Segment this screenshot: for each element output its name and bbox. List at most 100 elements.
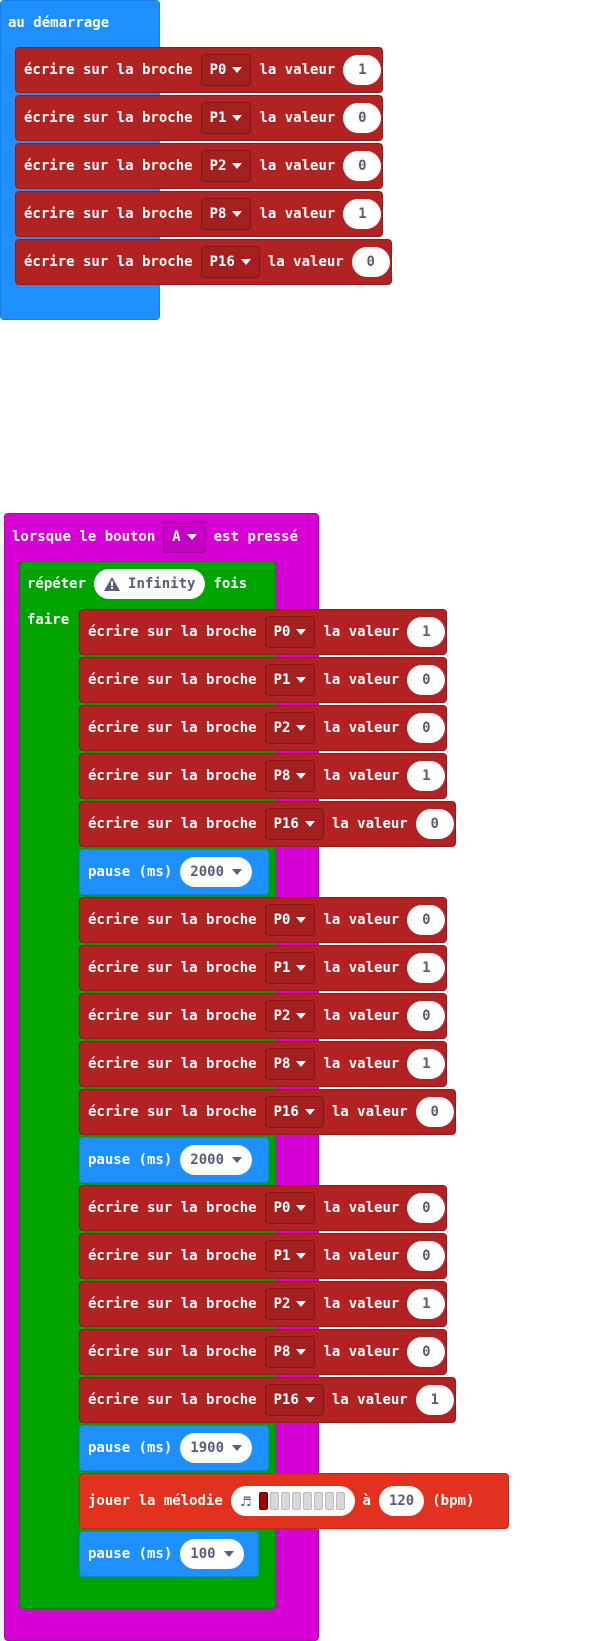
pin-value-input[interactable]: 1 xyxy=(343,199,382,229)
pause-duration-dropdown[interactable]: 2000 xyxy=(180,1145,253,1175)
pin-selector-dropdown[interactable]: P16 xyxy=(264,1384,324,1416)
warning-icon xyxy=(104,577,121,591)
pin-value-input[interactable]: 1 xyxy=(407,617,446,647)
pause-duration-value: 100 xyxy=(190,1546,216,1562)
pin-value-input[interactable]: 1 xyxy=(407,1289,446,1319)
pin-value-input[interactable]: 0 xyxy=(343,103,382,133)
pin-selector-dropdown[interactable]: P0 xyxy=(264,1192,316,1224)
value-label: la valeur xyxy=(259,62,336,78)
pin-selector-dropdown[interactable]: P0 xyxy=(200,54,252,86)
pin-selector-dropdown[interactable]: P8 xyxy=(264,760,316,792)
value-label: la valeur xyxy=(323,1056,400,1072)
pin-selector-dropdown[interactable]: P1 xyxy=(264,952,316,984)
play-melody-block[interactable]: jouer la mélodie ♬ à 120 (bpm) xyxy=(79,1473,509,1529)
pause-label: pause (ms) xyxy=(88,1440,173,1456)
digital-write-pin-block[interactable]: écrire sur la broche P0 la valeur 0 xyxy=(79,1185,447,1231)
chevron-down-icon xyxy=(223,1551,234,1557)
pin-value-input[interactable]: 0 xyxy=(415,1097,454,1127)
pause-duration-dropdown[interactable]: 2000 xyxy=(180,857,253,887)
pin-selector-dropdown[interactable]: P16 xyxy=(200,246,260,278)
value-label: la valeur xyxy=(323,1200,400,1216)
value-label: la valeur xyxy=(323,1344,400,1360)
digital-write-pin-block[interactable]: écrire sur la broche P0 la valeur 1 xyxy=(79,609,447,655)
pin-value-input[interactable]: 0 xyxy=(407,1241,446,1271)
pin-selector-value: P2 xyxy=(273,1296,291,1312)
pause-block[interactable]: pause (ms) 2000 xyxy=(79,1137,269,1183)
digital-write-pin-block[interactable]: écrire sur la broche P8 la valeur 1 xyxy=(79,753,447,799)
repeat-do-label: faire xyxy=(27,612,70,628)
pin-selector-dropdown[interactable]: P8 xyxy=(200,198,252,230)
pin-selector-value: P0 xyxy=(273,912,291,928)
pin-selector-dropdown[interactable]: P8 xyxy=(264,1048,316,1080)
digital-write-pin-block[interactable]: écrire sur la broche P16 la valeur 1 xyxy=(79,1377,456,1423)
digital-write-pin-block[interactable]: écrire sur la broche P16 la valeur 0 xyxy=(79,801,456,847)
digital-write-pin-block[interactable]: écrire sur la broche P0 la valeur 0 xyxy=(79,897,447,943)
pin-value-input[interactable]: 0 xyxy=(407,1001,446,1031)
on-button-pressed-header: lorsque le bouton A est pressé xyxy=(12,521,298,553)
pin-selector-dropdown[interactable]: P1 xyxy=(200,102,252,134)
pin-selector-dropdown[interactable]: P2 xyxy=(264,1288,316,1320)
pin-selector-dropdown[interactable]: P2 xyxy=(264,712,316,744)
pin-selector-dropdown[interactable]: P0 xyxy=(264,616,316,648)
value-label: la valeur xyxy=(259,158,336,174)
pin-value-input[interactable]: 1 xyxy=(415,1385,454,1415)
pin-value-input[interactable]: 1 xyxy=(407,953,446,983)
digital-write-pin-block[interactable]: écrire sur la broche P2 la valeur 0 xyxy=(79,705,447,751)
chevron-down-icon xyxy=(232,115,243,121)
tempo-input[interactable]: 120 xyxy=(378,1486,425,1516)
digital-write-pin-block[interactable]: écrire sur la broche P8 la valeur 1 xyxy=(79,1041,447,1087)
melody-note-grid xyxy=(258,1492,345,1510)
chevron-down-icon xyxy=(296,1349,307,1355)
digital-write-pin-block[interactable]: écrire sur la broche P1 la valeur 1 xyxy=(79,945,447,991)
pin-selector-dropdown[interactable]: P2 xyxy=(200,150,252,182)
digital-write-pin-block[interactable]: écrire sur la broche P0 la valeur 1 xyxy=(15,47,383,93)
value-label: la valeur xyxy=(259,206,336,222)
pin-value-input[interactable]: 0 xyxy=(407,1193,446,1223)
pin-selector-value: P16 xyxy=(273,1104,299,1120)
pin-value-input[interactable]: 0 xyxy=(407,905,446,935)
digital-write-pin-block[interactable]: écrire sur la broche P8 la valeur 0 xyxy=(79,1329,447,1375)
pin-selector-value: P2 xyxy=(273,1008,291,1024)
pause-duration-dropdown[interactable]: 100 xyxy=(180,1539,244,1569)
pin-selector-dropdown[interactable]: P1 xyxy=(264,1240,316,1272)
pin-selector-value: P1 xyxy=(273,1248,291,1264)
digital-write-pin-block[interactable]: écrire sur la broche P16 la valeur 0 xyxy=(15,239,392,285)
repeat-count-field[interactable]: Infinity xyxy=(94,569,206,599)
pause-block[interactable]: pause (ms) 1900 xyxy=(79,1425,269,1471)
melody-note-cell xyxy=(335,1492,345,1510)
button-selector-dropdown[interactable]: A xyxy=(163,521,206,553)
pin-value-input[interactable]: 1 xyxy=(343,55,382,85)
pin-value-input[interactable]: 1 xyxy=(407,1049,446,1079)
repeat-loop-header: répéter Infinity fois xyxy=(27,569,247,599)
pin-selector-dropdown[interactable]: P16 xyxy=(264,1096,324,1128)
digital-write-pin-block[interactable]: écrire sur la broche P1 la valeur 0 xyxy=(15,95,383,141)
melody-note-cell xyxy=(291,1492,301,1510)
pause-block[interactable]: pause (ms) 2000 xyxy=(79,849,269,895)
pause-block[interactable]: pause (ms) 100 xyxy=(79,1531,259,1577)
value-label: la valeur xyxy=(331,1104,408,1120)
digital-write-pin-block[interactable]: écrire sur la broche P2 la valeur 0 xyxy=(15,143,383,189)
pin-value-input[interactable]: 0 xyxy=(407,1337,446,1367)
digital-write-pin-block[interactable]: écrire sur la broche P2 la valeur 0 xyxy=(79,993,447,1039)
melody-editor-field[interactable]: ♬ xyxy=(230,1486,355,1516)
digital-write-pin-block[interactable]: écrire sur la broche P1 la valeur 0 xyxy=(79,657,447,703)
digital-write-pin-block[interactable]: écrire sur la broche P2 la valeur 1 xyxy=(79,1281,447,1327)
melody-at-label: à xyxy=(362,1493,371,1509)
digital-write-pin-block[interactable]: écrire sur la broche P8 la valeur 1 xyxy=(15,191,383,237)
pin-value-input[interactable]: 0 xyxy=(407,665,446,695)
pin-value-input[interactable]: 0 xyxy=(407,713,446,743)
pin-selector-dropdown[interactable]: P2 xyxy=(264,1000,316,1032)
pause-duration-dropdown[interactable]: 1900 xyxy=(180,1433,253,1463)
pin-value-input[interactable]: 1 xyxy=(407,761,446,791)
repeat-suffix: fois xyxy=(213,576,248,592)
pin-selector-dropdown[interactable]: P8 xyxy=(264,1336,316,1368)
pin-selector-dropdown[interactable]: P1 xyxy=(264,664,316,696)
digital-write-pin-block[interactable]: écrire sur la broche P16 la valeur 0 xyxy=(79,1089,456,1135)
pin-value-input[interactable]: 0 xyxy=(351,247,390,277)
digital-write-pin-block[interactable]: écrire sur la broche P1 la valeur 0 xyxy=(79,1233,447,1279)
pin-selector-dropdown[interactable]: P16 xyxy=(264,808,324,840)
chevron-down-icon xyxy=(232,869,243,875)
pin-selector-dropdown[interactable]: P0 xyxy=(264,904,316,936)
pin-value-input[interactable]: 0 xyxy=(415,809,454,839)
pin-value-input[interactable]: 0 xyxy=(343,151,382,181)
